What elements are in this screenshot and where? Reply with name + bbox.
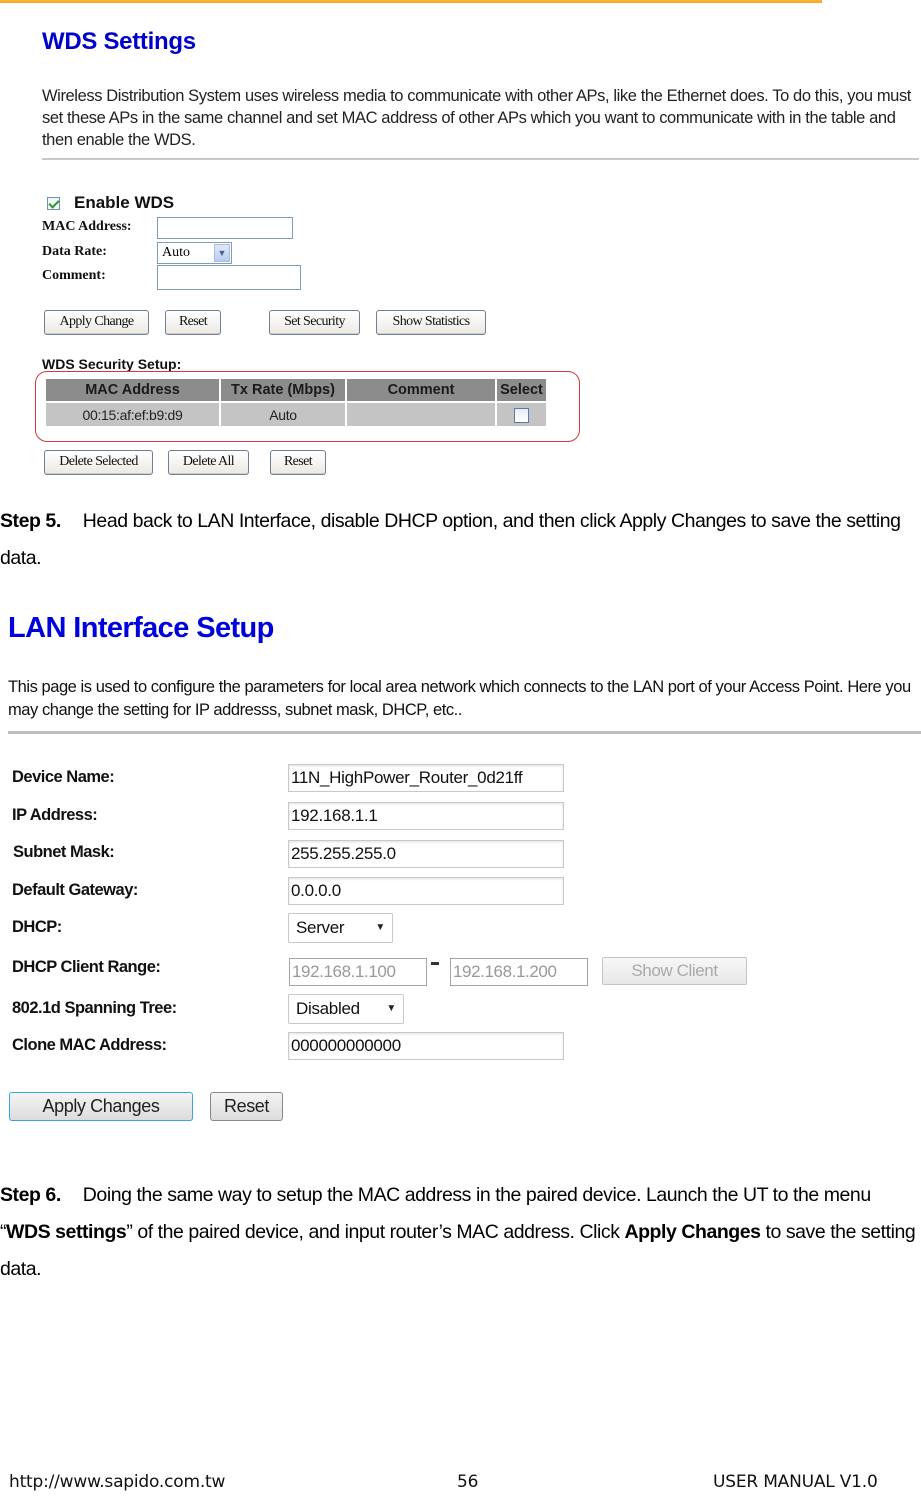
spanning-tree-value: Disabled bbox=[296, 999, 360, 1018]
ip-address-input[interactable]: 192.168.1.1 bbox=[288, 802, 564, 830]
column-comment: Comment bbox=[347, 379, 495, 403]
column-select: Select bbox=[497, 379, 546, 403]
footer-url: http://www.sapido.com.tw bbox=[9, 1472, 226, 1492]
dropdown-arrow-icon: ▼ bbox=[386, 1003, 396, 1014]
table-header-row: MAC Address Tx Rate (Mbps) Comment Selec… bbox=[46, 379, 546, 403]
lan-reset-button[interactable]: Reset bbox=[210, 1092, 283, 1121]
step6-bold-apply: Apply Changes bbox=[624, 1221, 761, 1243]
default-gateway-label: Default Gateway: bbox=[12, 881, 138, 899]
step5-paragraph: Step 5. Head back to LAN Interface, disab… bbox=[0, 503, 921, 577]
dhcp-range-start-input[interactable]: 192.168.1.100 bbox=[289, 958, 427, 986]
wds-page-title: WDS Settings bbox=[42, 28, 196, 55]
footer-page-number: 56 bbox=[457, 1472, 479, 1492]
dhcp-label: DHCP: bbox=[12, 918, 62, 936]
apply-changes-button[interactable]: Apply Changes bbox=[9, 1092, 193, 1121]
row-select-checkbox[interactable] bbox=[514, 407, 529, 423]
data-rate-select[interactable]: Auto ▼ bbox=[157, 242, 232, 264]
subnet-mask-input[interactable]: 255.255.255.0 bbox=[288, 840, 564, 868]
step6-bold-menu: WDS settings bbox=[6, 1221, 127, 1243]
wds-settings-screenshot: WDS Settings Wireless Distribution Syste… bbox=[0, 0, 921, 485]
show-statistics-button[interactable]: Show Statistics bbox=[376, 310, 486, 335]
chevron-down-icon: ▼ bbox=[214, 244, 230, 262]
step6-text-2: ” of the paired device, and input router… bbox=[126, 1221, 625, 1243]
spanning-tree-select[interactable]: Disabled ▼ bbox=[288, 994, 404, 1024]
dropdown-arrow-icon: ▼ bbox=[375, 922, 385, 933]
comment-input[interactable] bbox=[157, 265, 301, 290]
wds-table: MAC Address Tx Rate (Mbps) Comment Selec… bbox=[44, 379, 548, 426]
dhcp-value: Server bbox=[296, 918, 345, 937]
column-tx-rate: Tx Rate (Mbps) bbox=[221, 379, 345, 403]
clone-mac-label: Clone MAC Address: bbox=[12, 1036, 167, 1054]
lan-page-title: LAN Interface Setup bbox=[8, 612, 274, 644]
table-row: 00:15:af:ef:b9:d9 Auto bbox=[46, 403, 546, 426]
column-mac-address: MAC Address bbox=[46, 379, 219, 403]
cell-select bbox=[497, 403, 546, 426]
apply-change-button[interactable]: Apply Change bbox=[44, 310, 149, 335]
show-client-button[interactable]: Show Client bbox=[602, 957, 747, 985]
divider bbox=[42, 158, 919, 160]
step5-text: Head back to LAN Interface, disable DHCP… bbox=[0, 510, 901, 569]
lan-description: This page is used to configure the param… bbox=[8, 678, 911, 719]
data-rate-value: Auto bbox=[162, 245, 190, 260]
device-name-label: Device Name: bbox=[12, 768, 115, 786]
dhcp-client-range-label: DHCP Client Range: bbox=[12, 958, 161, 976]
default-gateway-input[interactable]: 0.0.0.0 bbox=[288, 877, 564, 905]
divider bbox=[8, 731, 921, 734]
cell-comment bbox=[347, 403, 495, 426]
wds-security-setup-title: WDS Security Setup: bbox=[42, 356, 182, 372]
set-security-button[interactable]: Set Security bbox=[269, 310, 360, 335]
data-rate-label: Data Rate: bbox=[42, 244, 107, 259]
range-separator bbox=[431, 962, 439, 965]
delete-all-button[interactable]: Delete All bbox=[168, 450, 249, 475]
wds-description: Wireless Distribution System uses wirele… bbox=[42, 87, 911, 149]
table-reset-button[interactable]: Reset bbox=[270, 450, 326, 475]
cell-tx-rate: Auto bbox=[221, 403, 345, 426]
clone-mac-input[interactable]: 000000000000 bbox=[288, 1032, 564, 1060]
spanning-tree-label: 802.1d Spanning Tree: bbox=[12, 999, 177, 1017]
step5-label: Step 5. bbox=[0, 510, 61, 532]
device-name-input[interactable]: 11N_HighPower_Router_0d21ff bbox=[288, 764, 564, 792]
enable-wds-checkbox[interactable] bbox=[47, 196, 60, 210]
step6-paragraph: Step 6. Doing the same way to setup the M… bbox=[0, 1177, 921, 1288]
mac-address-input[interactable] bbox=[157, 217, 293, 239]
footer-manual-version: USER MANUAL V1.0 bbox=[713, 1472, 878, 1492]
step6-label: Step 6. bbox=[0, 1184, 61, 1206]
dhcp-select[interactable]: Server ▼ bbox=[288, 913, 393, 943]
enable-wds-label: Enable WDS bbox=[74, 193, 175, 212]
ip-address-label: IP Address: bbox=[12, 806, 98, 824]
reset-button[interactable]: Reset bbox=[165, 310, 221, 335]
delete-selected-button[interactable]: Delete Selected bbox=[44, 450, 153, 475]
mac-address-label: MAC Address: bbox=[42, 219, 132, 234]
header-accent-bar bbox=[0, 0, 822, 3]
cell-mac: 00:15:af:ef:b9:d9 bbox=[46, 403, 219, 426]
enable-wds-row: Enable WDS bbox=[47, 193, 174, 213]
subnet-mask-label: Subnet Mask: bbox=[13, 843, 115, 861]
comment-label: Comment: bbox=[42, 268, 106, 283]
dhcp-range-end-input[interactable]: 192.168.1.200 bbox=[450, 958, 588, 986]
